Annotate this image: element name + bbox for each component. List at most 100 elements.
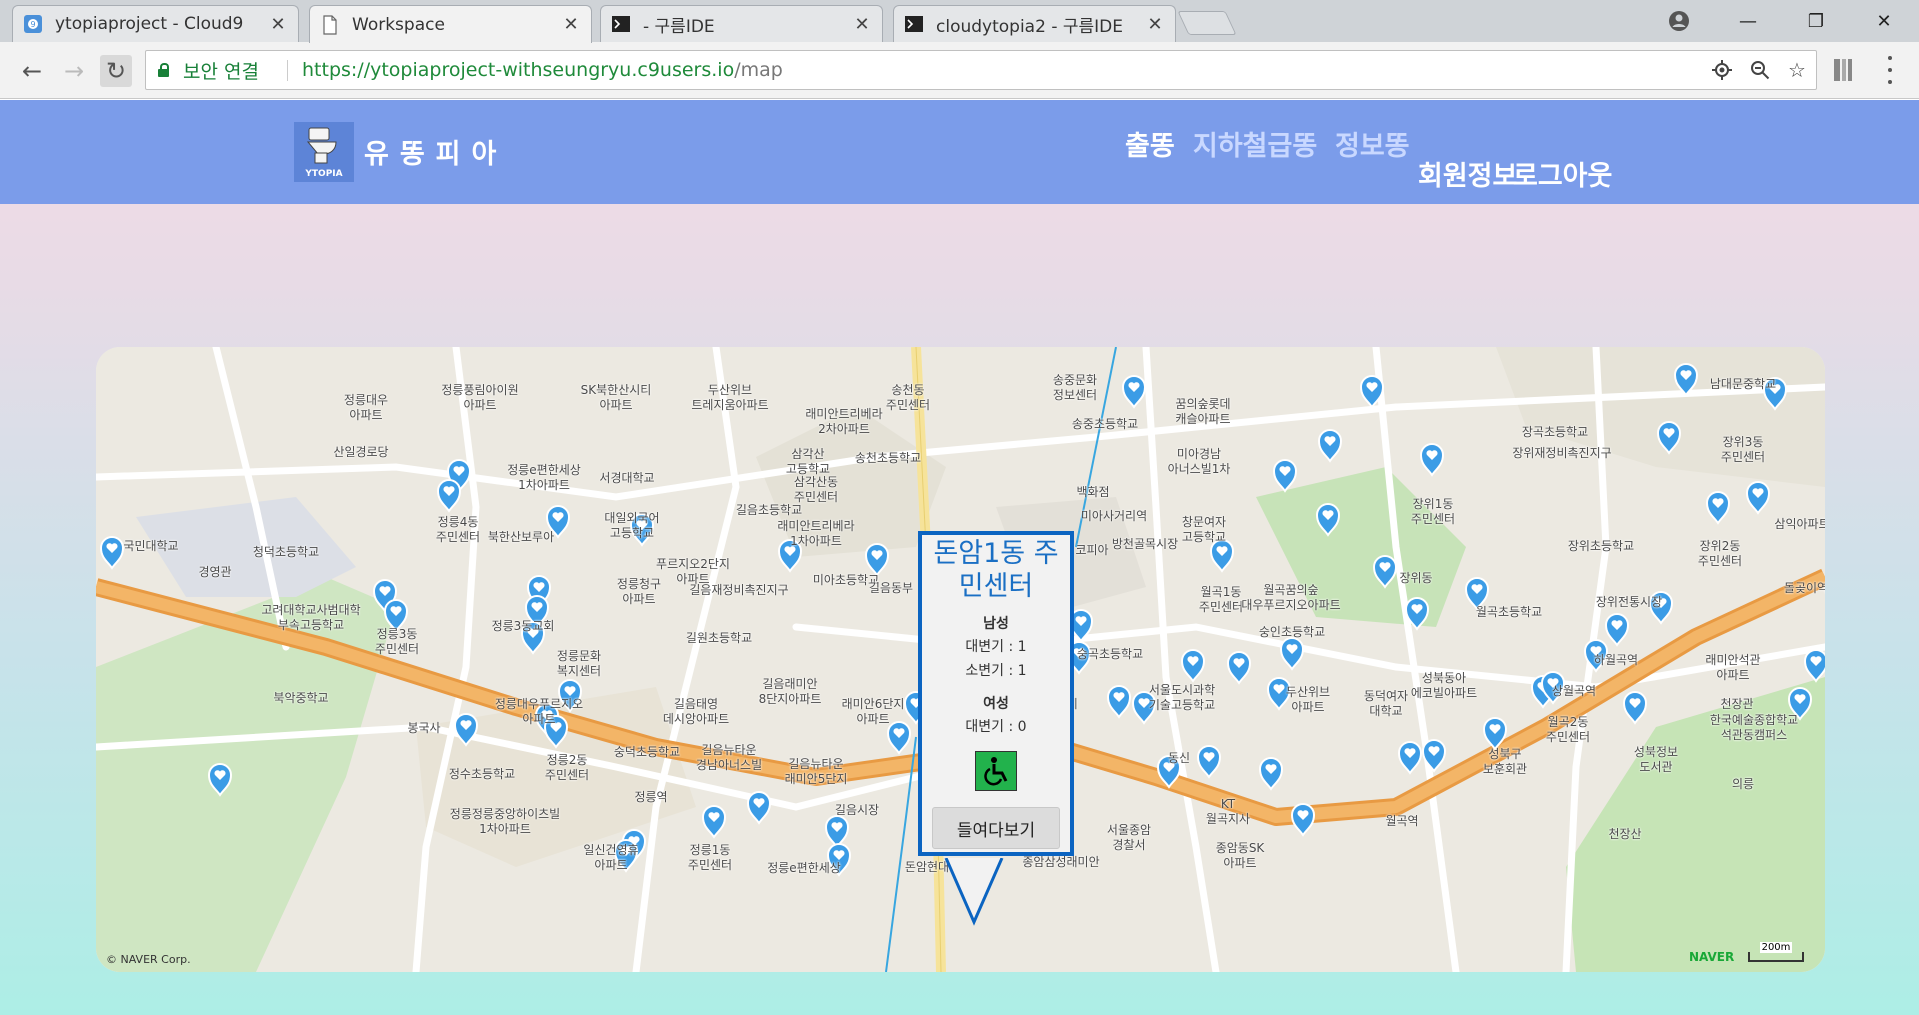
nav-subway[interactable]: 지하철급똥 [1193,124,1317,163]
map-place-label: 정릉2동 주민센터 [544,753,590,782]
map-place-label: 삼익아파트 [1774,517,1825,531]
nav-member[interactable]: 회원정보 [1418,154,1517,193]
nav-info[interactable]: 정보똥 [1335,124,1410,163]
url-text[interactable]: https://ytopiaproject-withseungryu.c9use… [302,51,783,89]
map-place-label: 천장관 [1720,697,1754,711]
map-place-label: 돌곶이역 [1783,581,1825,595]
map-place-label: 장위초등학교 [1567,539,1635,553]
tab-title: ytopiaproject - Cloud9 [55,14,244,34]
site-header: YTOPIA 유똥피아 출똥 지하철급똥 정보똥 회원정보 로그아웃 [0,100,1919,204]
naver-logo: NAVER [1689,950,1735,964]
tab-strip: 9 ytopiaproject - Cloud9 ✕ Workspace ✕ -… [0,0,1919,43]
toilet-icon [306,127,337,164]
restore-icon[interactable]: ❐ [1802,8,1830,34]
map-place-label: 길음뉴타운 래미안5단지 [784,757,848,786]
map-place-label: 길음태영 데시앙아파트 [662,697,730,726]
map-place-label: 래미안6단지 아파트 [841,697,905,726]
map-place-label: 동신 [1167,751,1191,765]
browser-toolbar: ← → ↻ 보안 연결 https://ytopiaproject-withse… [0,42,1919,99]
map-place-label: 송중초등학교 [1071,417,1139,431]
address-bar[interactable]: 보안 연결 https://ytopiaproject-withseungryu… [145,50,1817,90]
toilet-info-popup: 돈암1동 주민센터 남성 대변기 : 1 소변기 : 1 여성 대변기 : 0 … [918,531,1074,856]
map-place-label: 돈암현대 [904,860,950,874]
map-place-label: KT 월곡지사 [1205,797,1251,826]
map-place-label: 정수초등학교 [448,767,516,781]
map-place-label: 길음초등학교 [735,503,803,517]
map-place-label: 봉국사 [407,721,441,735]
tab-title: cloudytopia2 - 구름IDE [936,16,1123,37]
map-place-label: 북악중학교 [273,691,329,705]
map-place-label: 송중문화 정보센터 [1052,373,1098,402]
map-place-label: 남대문중학교 [1709,377,1777,391]
map-place-label: 의릉 [1731,777,1755,791]
location-icon[interactable] [1711,59,1733,81]
map-place-label: 삼각산동 주민센터 [793,475,839,504]
map-place-label: 일신건영휴 아파트 [583,843,639,872]
map-place-label: 북한산보루아 [487,530,555,544]
map-place-label: 삼각산 고등학교 [785,447,831,476]
scale-label: 200m [1759,942,1793,953]
map-place-label: 청덕초등학교 [252,545,320,559]
minimize-icon[interactable]: — [1734,8,1762,34]
map-place-label: 백화점 [1076,485,1110,499]
menu-icon[interactable] [1885,56,1895,84]
reload-button[interactable]: ↻ [100,55,132,87]
map-place-label: 정릉3동 주민센터 [374,627,420,656]
map-place-label: 대일외국어 고등학교 [604,511,660,540]
map-place-label: 장위재정비촉진지구 [1512,446,1612,460]
map-place-label: 월곡1동 주민센터 [1198,585,1244,614]
close-icon[interactable]: ✕ [561,14,581,35]
profile-icon[interactable] [1665,8,1693,34]
map-place-label: 동덕여자 대학교 [1363,689,1409,718]
map-place-label: 국민대학교 [123,539,179,553]
map-place-label: 월곡꿈의숲 대우푸르지오아파트 [1241,583,1341,612]
tab-cloudytopia2[interactable]: cloudytopia2 - 구름IDE ✕ [893,5,1176,42]
map-place-label: 정릉4동 주민센터 [435,515,481,544]
map-scale: 200m [1748,942,1804,962]
map-place-label: 한국예술종합학교 석관동캠퍼스 [1709,713,1799,742]
logo[interactable]: YTOPIA [294,122,354,182]
security-indicator[interactable]: 보안 연결 [158,51,259,89]
forward-button[interactable]: → [58,55,90,87]
map-place-label: 산일경로당 [333,445,389,459]
nav-chuldong[interactable]: 출똥 [1125,124,1175,163]
map-place-label: 종암삼성래미안 [1022,855,1100,869]
map-place-label: 숭곡초등학교 [1076,647,1144,661]
view-detail-button[interactable]: 들여다보기 [932,807,1060,849]
close-icon[interactable]: ✕ [852,14,872,35]
close-icon[interactable]: ✕ [1145,14,1165,35]
tab-workspace[interactable]: Workspace ✕ [309,5,592,43]
back-button[interactable]: ← [16,55,48,87]
map-place-label: 종암동SK 아파트 [1215,841,1265,870]
extension-icon[interactable] [1834,59,1852,81]
map-place-label: 숭인초등학교 [1258,625,1326,639]
page-icon [323,14,337,35]
svg-text:9: 9 [30,20,35,29]
map-place-label: 정릉풍림아이원 아파트 [441,383,519,412]
new-tab-button[interactable] [1177,11,1237,35]
map-place-label: 서울도시과학 기술고등학교 [1148,683,1216,712]
zoom-icon[interactable] [1749,59,1771,81]
map-place-label: 길음재정비촉진지구 [689,583,789,597]
map-place-label: 장위1동 주민센터 [1410,497,1456,526]
male-urinal-count: 소변기 : 1 [965,663,1027,679]
tab-cloud9[interactable]: 9 ytopiaproject - Cloud9 ✕ [12,5,299,42]
map-place-label: 고려대학교사범대학 부속고등학교 [261,603,361,632]
map-place-label: 길음래미안 8단지아파트 [758,677,822,706]
map-place-label: 정릉문화 복지센터 [556,649,602,678]
site-name[interactable]: 유똥피아 [364,132,507,171]
map-place-label: 미아사거리역 [1080,509,1148,523]
terminal-icon [905,16,923,32]
close-icon[interactable]: ✕ [268,14,288,35]
nav-logout[interactable]: 로그아웃 [1513,154,1612,193]
bookmark-star-icon[interactable]: ☆ [1786,58,1808,82]
tab-goorm-ide[interactable]: - 구름IDE ✕ [600,5,883,42]
map-copyright: © NAVER Corp. [106,953,191,966]
map-place-label: 장위2동 주민센터 [1697,539,1743,568]
window-close-icon[interactable]: ✕ [1870,8,1898,34]
map-place-label: 래미안트리베라 2차아파트 [805,407,883,436]
female-label: 여성 [983,696,1009,712]
map-place-label: 코피아 [1075,543,1109,557]
map-place-label: 방천골목시장 [1111,537,1179,551]
map-place-label: 서경대학교 [599,471,655,485]
